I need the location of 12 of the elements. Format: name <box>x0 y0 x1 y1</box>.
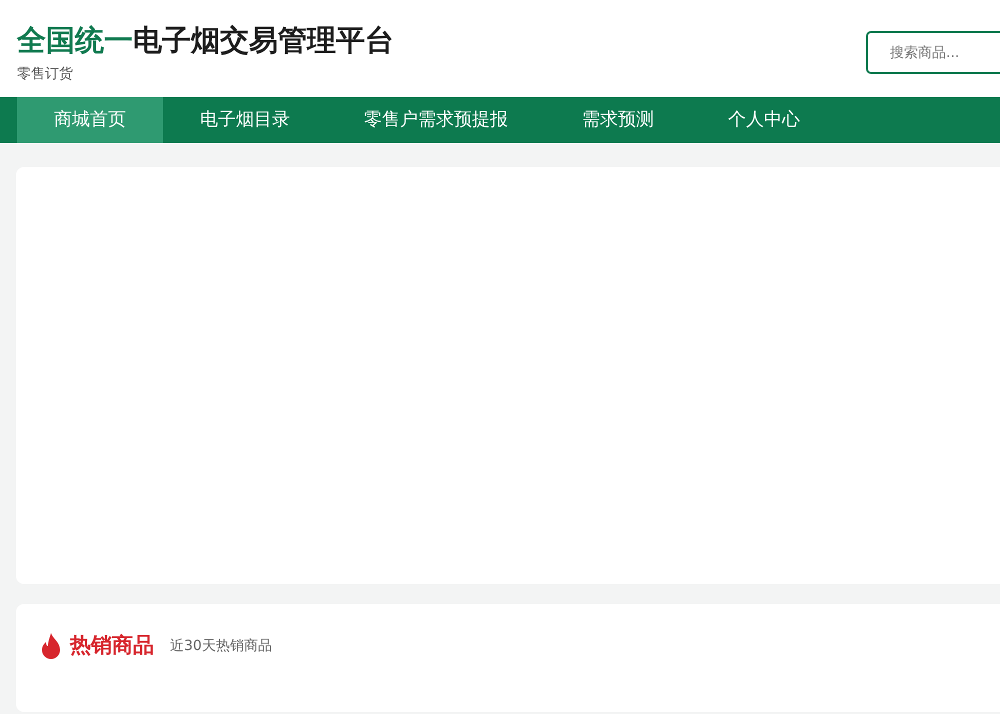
nav-tab[interactable]: 商城首页 <box>17 97 163 143</box>
section-subtitle: 近30天热销商品 <box>170 636 272 656</box>
nav-tab[interactable]: 个人中心 <box>691 97 837 143</box>
nav-tab[interactable]: 电子烟目录 <box>163 97 327 143</box>
nav-tab[interactable]: 需求预测 <box>545 97 691 143</box>
search-field[interactable]: 搜索商品... <box>866 31 1000 74</box>
subtitle: 零售订货 <box>17 65 73 84</box>
section-title: 热销商品 <box>70 632 154 660</box>
brand-title: 全国统一 <box>17 23 133 57</box>
nav-tab[interactable]: 零售户需求预提报 <box>327 97 545 143</box>
platform-title: 电子烟交易管理平台 <box>133 23 394 57</box>
flame-icon <box>40 633 62 659</box>
